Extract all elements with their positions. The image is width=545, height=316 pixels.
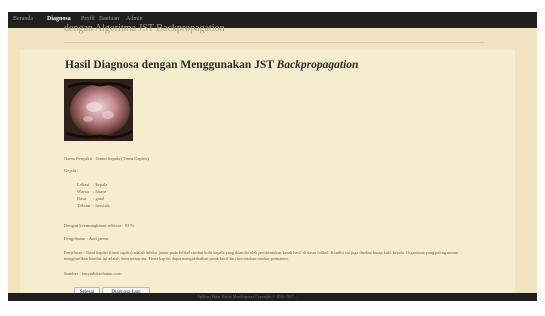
page-subtitle: dengan Algoritma JST Backpropagation — [64, 23, 225, 34]
gejala-value: kepala — [95, 182, 108, 187]
disease-photo — [64, 79, 133, 141]
scalp-image — [64, 79, 133, 141]
gejala-row-rasa: Rasa: gatal — [77, 196, 104, 201]
gejala-row-tekstur: Tekstur: bersisik — [77, 203, 110, 208]
gejala-label: Rasa — [77, 196, 86, 201]
gejala-row-lokasi: Lokasi: kepala — [77, 182, 107, 187]
gejala-heading: Gejala : — [64, 168, 79, 173]
result-title-prefix: Hasil Diagnosa dengan Menggunakan JST — [65, 59, 277, 71]
nav-item-diagnosa[interactable]: Diagnosa — [47, 16, 71, 22]
result-title: Hasil Diagnosa dengan Menggunakan JST Ba… — [65, 59, 358, 71]
gejala-label: Warna — [77, 189, 89, 194]
result-title-emphasis: Backpropagation — [276, 59, 359, 71]
gejala-label: Lokasi — [77, 182, 90, 187]
nav-item-beranda[interactable]: Beranda — [13, 16, 33, 22]
source-text: Sumber : tanyadoksehatan.com — [64, 271, 122, 276]
nav-item-bantuan[interactable]: Bantuan — [99, 16, 119, 22]
explanation-text: Penjelasan : Tinea kapitis (tinea capiti… — [64, 250, 459, 262]
gejala-row-warna: Warna: hitam — [77, 189, 106, 194]
accuracy-text: Dengan keemungkinan sebesar : 93 % — [64, 223, 135, 228]
header-divider — [64, 42, 484, 43]
gejala-value: gatal — [95, 196, 105, 201]
nav-item-admin[interactable]: Admin — [126, 16, 143, 22]
disease-name: Nama Penyakit : Jamur kepala (Tinea Capi… — [64, 156, 149, 161]
gejala-value: hitam — [95, 189, 106, 194]
treatment-text: Pengobatan : Anti jamur — [64, 236, 109, 241]
gejala-label: Tekstur — [77, 203, 91, 208]
gejala-value: bersisik — [95, 203, 110, 208]
nav-item-profil[interactable]: Profil — [81, 16, 95, 22]
footer-text: Aplikasi Pakar Untuk Mendiagnosa Copyrig… — [197, 294, 298, 299]
